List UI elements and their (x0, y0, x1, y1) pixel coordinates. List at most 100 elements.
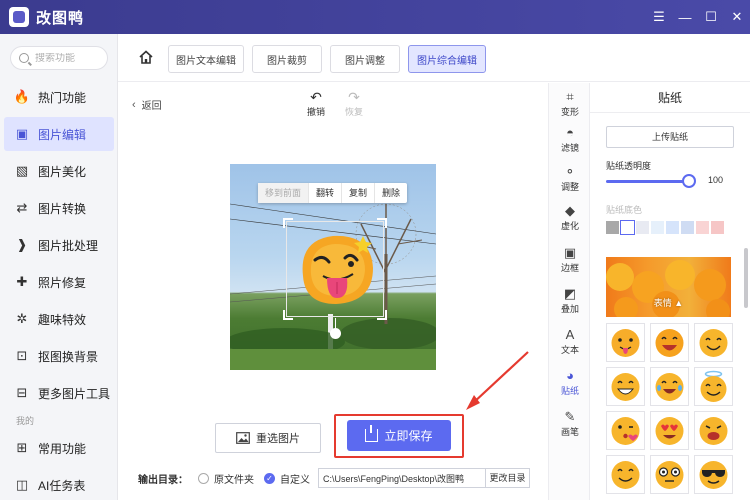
home-icon[interactable] (138, 49, 154, 65)
opacity-slider-thumb[interactable] (682, 174, 696, 188)
sticker-item[interactable] (694, 367, 733, 406)
tool-border[interactable]: ▣ 边框 (549, 245, 591, 274)
tongue-emoji-sticker[interactable] (293, 226, 379, 312)
sidebar-item-image-edit[interactable]: ▣ 图片编辑 (4, 117, 114, 151)
sticker-category-banner[interactable]: 表情 ▲ (606, 257, 731, 317)
tool-column: ⌗ 变形 ◓ 滤镜 ⚬ 调整 ◆ 虚化 ▣ 边框 ◩ 叠加 A 文本 ◕ 贴纸 … (548, 83, 590, 500)
sticker-item[interactable] (650, 323, 689, 362)
panel-scrollbar[interactable] (744, 248, 748, 308)
tab-image-composite-edit[interactable]: 图片综合编辑 (408, 45, 486, 73)
sticker-item[interactable] (650, 367, 689, 406)
sidebar-item-image-convert[interactable]: ⇄ 图片转换 (4, 191, 114, 225)
color-swatch[interactable] (651, 221, 664, 234)
sidebar-item-hot[interactable]: 🔥 热门功能 (4, 80, 114, 114)
opacity-slider-track[interactable] (606, 180, 690, 183)
tool-text[interactable]: A 文本 (549, 327, 591, 356)
sidebar-item-image-beautify[interactable]: ▧ 图片美化 (4, 154, 114, 188)
copy-button[interactable]: 复制 (342, 183, 376, 203)
sticker-item[interactable] (606, 367, 645, 406)
color-swatch[interactable] (636, 221, 649, 234)
tab-image-crop[interactable]: 图片裁剪 (252, 45, 322, 73)
tab-image-adjust[interactable]: 图片调整 (330, 45, 400, 73)
sidebar-item-label: AI任务表 (38, 478, 86, 493)
tool-overlay[interactable]: ◩ 叠加 (549, 286, 591, 315)
sticker-selection[interactable] (283, 218, 387, 339)
sidebar-item-common[interactable]: ⊞ 常用功能 (4, 431, 114, 465)
search-input[interactable] (35, 52, 105, 64)
rotate-handle[interactable] (330, 328, 341, 339)
sticker-panel: 贴纸 上传贴纸 贴纸透明度 100 贴纸底色 表情 ▲ (590, 83, 750, 500)
tool-adjust[interactable]: ⚬ 调整 (549, 164, 591, 193)
sticker-item[interactable] (606, 455, 645, 494)
color-swatch[interactable] (666, 221, 679, 234)
tool-label: 文本 (560, 345, 579, 355)
tool-blur[interactable]: ◆ 虚化 (549, 203, 591, 232)
image-convert-icon: ⇄ (16, 200, 28, 215)
resize-handle[interactable] (283, 310, 293, 320)
sticker-item[interactable] (606, 323, 645, 362)
fun-effects-icon: ✲ (16, 311, 28, 326)
reselect-image-button[interactable]: 重选图片 (215, 423, 321, 453)
bring-to-front-button[interactable]: 移到前面 (258, 183, 310, 203)
image-beautify-icon: ▧ (15, 163, 29, 178)
sidebar-item-more-tools[interactable]: ⊟ 更多图片工具 (4, 376, 114, 410)
resize-handle[interactable] (377, 310, 387, 320)
sidebar-item-cutout[interactable]: ⊡ 抠图换背景 (4, 339, 114, 373)
tool-label: 变形 (560, 107, 579, 117)
tab-image-text-edit[interactable]: 图片文本编辑 (168, 45, 244, 73)
radio-custom-folder[interactable]: ✓ (264, 472, 275, 484)
sticker-item[interactable] (650, 411, 689, 450)
image-icon (236, 432, 250, 444)
sticker-item[interactable] (694, 411, 733, 450)
color-swatch[interactable] (711, 221, 724, 234)
resize-handle[interactable] (283, 218, 293, 228)
angel-emoji-icon (700, 370, 727, 402)
upload-sticker-button[interactable]: 上传贴纸 (606, 126, 734, 148)
tool-brush[interactable]: ✎ 画笔 (549, 409, 591, 438)
bg-color-swatches (606, 220, 726, 235)
tool-filter[interactable]: ◓ 滤镜 (549, 125, 591, 154)
sidebar-item-ai-tasks[interactable]: ◫ AI任务表 (4, 468, 114, 500)
output-path-input[interactable] (318, 468, 486, 488)
tool-sticker[interactable]: ◕ 贴纸 (549, 368, 591, 397)
common-functions-icon: ⊞ (16, 440, 28, 455)
tool-label: 画笔 (560, 427, 579, 437)
sidebar-item-photo-repair[interactable]: ✚ 照片修复 (4, 265, 114, 299)
chevron-left-icon: ‹ (132, 98, 136, 111)
color-swatch[interactable] (681, 221, 694, 234)
sticker-item[interactable] (606, 411, 645, 450)
overlay-icon: ◩ (563, 286, 577, 301)
sidebar-item-batch[interactable]: ❱ 图片批处理 (4, 228, 114, 262)
sidebar-item-fun-effects[interactable]: ✲ 趣味特效 (4, 302, 114, 336)
sticker-category-label: 表情 ▲ (653, 298, 684, 308)
search-box[interactable] (10, 46, 108, 70)
search-icon (19, 53, 29, 63)
photo-canvas[interactable]: 移到前面 翻转 复制 删除 (230, 164, 436, 370)
maximize-icon[interactable]: ☐ (698, 4, 724, 30)
back-button[interactable]: ‹ 返回 (132, 97, 162, 113)
resize-handle[interactable] (377, 218, 387, 228)
minimize-icon[interactable]: — (672, 4, 698, 30)
delete-button[interactable]: 删除 (375, 183, 407, 203)
save-now-button[interactable]: 立即保存 (347, 420, 451, 451)
tears-of-joy-emoji-icon (655, 373, 684, 401)
sticker-item[interactable] (650, 455, 689, 494)
flip-button[interactable]: 翻转 (309, 183, 343, 203)
tool-transform[interactable]: ⌗ 变形 (549, 89, 591, 118)
redo-label: 恢复 (344, 107, 363, 117)
sticker-item[interactable] (694, 323, 733, 362)
color-swatch[interactable] (606, 221, 619, 234)
color-swatch[interactable] (620, 220, 635, 235)
close-icon[interactable]: ✕ (724, 4, 750, 30)
color-swatch[interactable] (696, 221, 709, 234)
sidebar-item-label: 图片美化 (38, 164, 87, 179)
undo-button[interactable]: ↶ 撤销 (304, 89, 328, 118)
menu-icon[interactable]: ☰ (646, 4, 672, 30)
tool-label: 边框 (560, 263, 579, 273)
sticker-item[interactable] (694, 455, 733, 494)
radio-original-folder[interactable] (198, 472, 209, 484)
redo-button[interactable]: ↷ 恢复 (342, 89, 366, 118)
change-directory-button[interactable]: 更改目录 (486, 468, 530, 488)
tool-label: 滤镜 (560, 143, 579, 153)
heart-eyes-emoji-icon (655, 417, 684, 445)
